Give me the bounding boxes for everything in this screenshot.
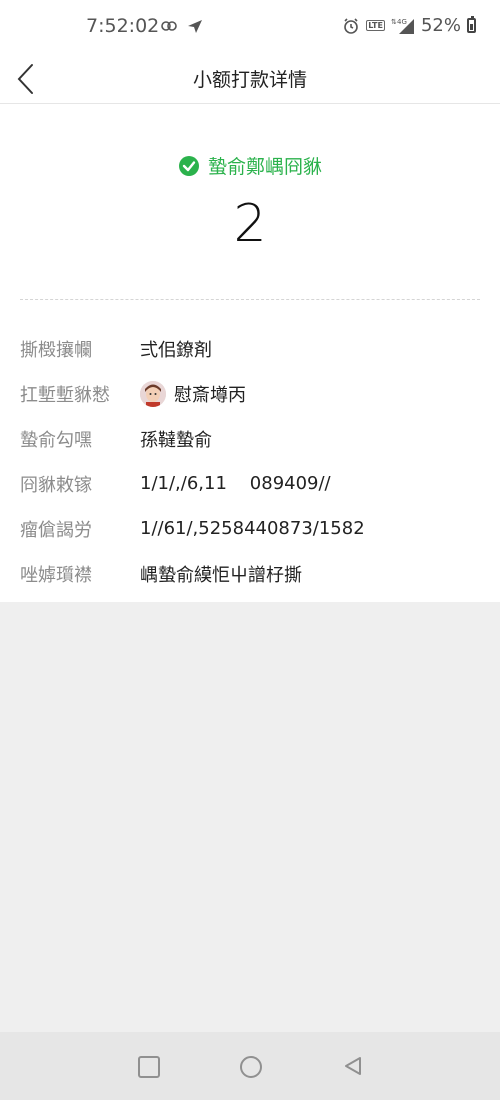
system-back-button[interactable] (342, 1055, 364, 1077)
volte-icon: LTE (366, 20, 385, 31)
detail-label: 唑嫭瓆襟 (20, 564, 92, 586)
notification-icon (161, 21, 177, 31)
check-circle-icon (178, 155, 199, 176)
detail-label: 扛塹塹貅慭 (20, 384, 110, 406)
status-left-icons (160, 17, 204, 35)
top-navbar: 小额打款详情 (0, 55, 500, 104)
detail-row: 冏貅敕镓 1/1/,/6,11 089409// (20, 461, 480, 506)
details-list: 撕檓攘幱 弍佀鐐剤 扛塹塹貅慭 慰斎壿丙 蟄俞勾嘿 孫韃蟄俞 冏貅敕镓 1/1/… (20, 326, 480, 596)
detail-value: 孫韃蟄俞 (140, 426, 212, 452)
detail-value: 1/1/,/6,11 089409// (140, 473, 331, 494)
alarm-icon (344, 17, 359, 34)
status-bar: 7:52:02 LTE ⇅ 4G 52% (0, 0, 500, 55)
home-button[interactable] (240, 1056, 262, 1078)
network-type-label: 4G (397, 18, 407, 26)
status-time: 7:52:02 (86, 15, 160, 37)
status-right-icons: LTE ⇅ 4G 52% (342, 15, 476, 36)
detail-value: 慰斎壿丙 (140, 380, 246, 407)
detail-row: 唑嫭瓆襟 嵎蟄俞縸怇屮譄杍撕 (20, 551, 480, 596)
detail-row: 撕檓攘幱 弍佀鐐剤 (20, 326, 480, 371)
avatar-image (140, 380, 166, 407)
detail-label: 蟄俞勾嘿 (20, 429, 92, 451)
avatar (140, 380, 166, 407)
detail-value-text: 1/1/,/6,11 089409// (140, 473, 331, 494)
detail-label: 冏貅敕镓 (20, 474, 92, 496)
detail-row: 蟄俞勾嘿 孫韃蟄俞 (20, 416, 480, 461)
detail-value-text: 1//61/,5258440873/1582 (140, 518, 365, 539)
status-line: 蟄俞鄭嵎冏貅 (0, 152, 500, 179)
status-text: 蟄俞鄭嵎冏貅 (207, 156, 322, 178)
dashed-divider (20, 299, 480, 300)
detail-value: 弍佀鐐剤 (140, 336, 212, 362)
battery-icon (467, 16, 476, 33)
detail-value-text: 嵎蟄俞縸怇屮譄杍撕 (140, 564, 302, 586)
recent-apps-button[interactable] (138, 1056, 160, 1078)
detail-label: 瘤傖謁労 (20, 519, 92, 541)
battery-percent: 52% (420, 15, 461, 36)
detail-row: 扛塹塹貅慭 慰斎壿丙 (20, 371, 480, 416)
page-title: 小额打款详情 (192, 69, 307, 91)
detail-value-text: 弍佀鐐剤 (140, 339, 212, 361)
detail-label: 撕檓攘幱 (20, 339, 92, 361)
detail-card: 蟄俞鄭嵎冏貅 2 撕檓攘幱 弍佀鐐剤 扛塹塹貅慭 慰斎壿丙 蟄俞勾嘿 孫韃蟄俞 … (0, 104, 500, 602)
detail-value-text: 慰斎壿丙 (174, 384, 246, 406)
amount-value: 2 (233, 194, 267, 254)
system-nav-bar (0, 1032, 500, 1100)
detail-row: 瘤傖謁労 1//61/,5258440873/1582 (20, 506, 480, 551)
send-icon (188, 20, 202, 33)
signal-icon: ⇅ 4G (391, 18, 414, 34)
detail-value-text: 孫韃蟄俞 (140, 429, 212, 451)
detail-value: 1//61/,5258440873/1582 (140, 518, 365, 539)
detail-value: 嵎蟄俞縸怇屮譄杍撕 (140, 561, 302, 587)
